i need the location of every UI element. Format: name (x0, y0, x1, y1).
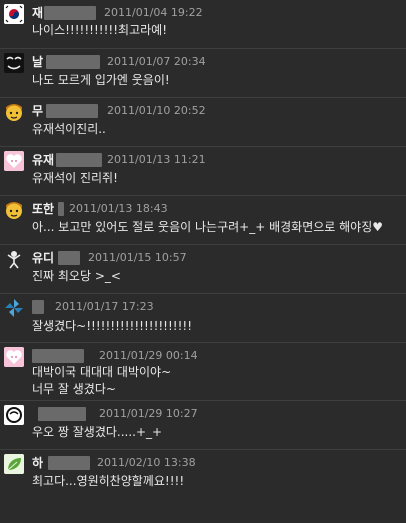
comment-date: 2011/01/17 17:23 (55, 300, 154, 313)
comment-author[interactable]: 날 (32, 53, 43, 71)
pink-heart-face-icon[interactable] (4, 347, 24, 367)
redacted-name (44, 6, 96, 20)
redacted-name (32, 300, 44, 314)
comment-item: 하 2011/02/10 13:38 최고다...영원히찬양할께요!!!! (0, 450, 406, 499)
comment-text: 유재석이진리.. (32, 122, 106, 136)
redacted-name (48, 456, 90, 470)
comment-text-line-2: 너무 잘 생겼다~ (32, 382, 116, 396)
comment-author[interactable]: 하 (32, 454, 43, 472)
comment-author[interactable]: 재 (32, 4, 43, 22)
comment-text: 최고다...영원히찬양할께요!!!! (32, 474, 185, 488)
comment-item: 2011/01/29 10:27 우오 짱 잘생겼다.....+_+ (0, 401, 406, 450)
pinwheel-icon[interactable] (4, 298, 24, 318)
redacted-name (32, 349, 84, 363)
comment-item: 재 2011/01/04 19:22 나이스!!!!!!!!!!!최고라예! (0, 0, 406, 49)
flag-korea-icon[interactable] (4, 4, 24, 24)
comment-item: 2011/01/17 17:23 잘생겼다~!!!!!!!!!!!!!!!!!!… (0, 294, 406, 343)
comment-text: 대박이국 대대대 대박이야~ (32, 365, 172, 379)
comment-date: 2011/01/29 10:27 (99, 407, 198, 420)
redacted-name (38, 407, 86, 421)
comment-item: 2011/01/29 00:14 대박이국 대대대 대박이야~ 너무 잘 생겼다… (0, 343, 406, 401)
yellow-face-icon[interactable] (4, 102, 24, 122)
pink-heart-face-icon[interactable] (4, 151, 24, 171)
comment-author[interactable]: 유디 (32, 249, 54, 267)
comment-text: 나이스!!!!!!!!!!!최고라예! (32, 23, 168, 37)
comment-date: 2011/01/07 20:34 (107, 55, 206, 68)
comment-list: 재 2011/01/04 19:22 나이스!!!!!!!!!!!최고라예! 날… (0, 0, 406, 499)
comment-author[interactable]: 또한 (32, 200, 54, 218)
redacted-name (56, 153, 102, 167)
comment-date: 2011/01/10 20:52 (107, 104, 206, 117)
redacted-name (46, 104, 98, 118)
redacted-name (46, 55, 100, 69)
leaf-icon[interactable] (4, 454, 24, 474)
redacted-name (58, 251, 80, 265)
outline-face-icon[interactable] (4, 405, 24, 425)
comment-text: 진짜 최오당 >_< (32, 269, 121, 283)
comment-author[interactable]: 유재 (32, 151, 54, 169)
redacted-name (58, 202, 64, 216)
comment-item: 또한 2011/01/13 18:43 아... 보고만 있어도 절로 웃음이 … (0, 196, 406, 245)
yellow-face-icon[interactable] (4, 200, 24, 220)
comment-item: 유디 2011/01/15 10:57 진짜 최오당 >_< (0, 245, 406, 294)
comment-date: 2011/02/10 13:38 (97, 456, 196, 469)
sticker-text-icon[interactable] (4, 53, 24, 73)
comment-date: 2011/01/13 11:21 (107, 153, 206, 166)
comment-text: 아... 보고만 있어도 절로 웃음이 나는구려+_+ 배경화면으로 해야징♥ (32, 220, 384, 234)
comment-date: 2011/01/29 00:14 (99, 349, 198, 362)
comment-item: 날 2011/01/07 20:34 나도 모르게 입가엔 웃음이! (0, 49, 406, 98)
comment-text: 나도 모르게 입가엔 웃음이! (32, 73, 170, 87)
comment-text: 잘생겼다~!!!!!!!!!!!!!!!!!!!!!! (32, 319, 193, 333)
comment-item: 유재 2011/01/13 11:21 유재석이 진리쥐! (0, 147, 406, 196)
comment-date: 2011/01/13 18:43 (69, 202, 168, 215)
stick-figure-icon[interactable] (4, 249, 24, 269)
comment-item: 무 2011/01/10 20:52 유재석이진리.. (0, 98, 406, 147)
comment-text: 유재석이 진리쥐! (32, 171, 118, 185)
comment-text: 우오 짱 잘생겼다.....+_+ (32, 425, 163, 439)
comment-date: 2011/01/15 10:57 (88, 251, 187, 264)
comment-author[interactable]: 무 (32, 102, 43, 120)
comment-date: 2011/01/04 19:22 (104, 6, 203, 19)
